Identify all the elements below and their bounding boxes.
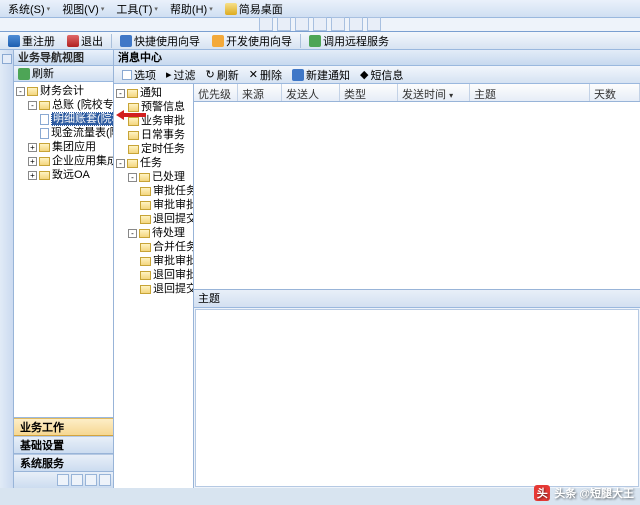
left-refresh-bar[interactable]: 刷新 (14, 66, 113, 82)
dev-guide-icon (212, 35, 224, 47)
main-row: 业务导航视图 刷新 -财务会计 -总账 (院校专版) 明细账套(院校专版) 现金… (0, 50, 640, 488)
mid-icon-7[interactable] (367, 17, 381, 31)
stack-foot-expand[interactable] (99, 474, 111, 486)
dev-guide-button[interactable]: 开发使用向导 (208, 32, 296, 50)
mid-icon-1[interactable] (259, 17, 273, 31)
menu-bar: 系统(S)▾ 视图(V)▾ 工具(T)▾ 帮助(H)▾ 简易桌面 (0, 0, 640, 18)
sub-toolbar: 重注册 退出 快捷使用向导 开发使用向导 调用远程服务 (0, 32, 640, 50)
detail-pane (195, 309, 639, 487)
refresh-icon (18, 68, 30, 80)
tree-zhijiang[interactable]: 致远OA (52, 169, 90, 181)
vertical-strip (0, 50, 14, 488)
guide-icon (120, 35, 132, 47)
watermark-text: 头条 @短腿大王 (554, 485, 634, 501)
message-toolbar: 选项 ▸过滤 ↻刷新 ✕删除 新建通知 ◆短信息 (114, 66, 640, 84)
opt-delete[interactable]: ✕删除 (245, 66, 286, 84)
watermark: 头 头条 @短腿大王 (534, 485, 634, 501)
center-tree-pane: -通知 预警信息 业务审批 日常事务 定时任务 -任务 -已处理 (114, 84, 194, 488)
opt-option[interactable]: 选项 (118, 66, 160, 84)
grid-header: 优先级 来源 发送人 类型 发送时间 ▾ 主题 天数 (194, 84, 640, 102)
col-days[interactable]: 天数 (590, 84, 640, 101)
exit-button[interactable]: 退出 (63, 32, 107, 50)
left-pane: 业务导航视图 刷新 -财务会计 -总账 (院校专版) 明细账套(院校专版) 现金… (14, 50, 114, 488)
menu-tools[interactable]: 工具(T)▾ (112, 0, 162, 18)
left-pane-title: 业务导航视图 (14, 50, 113, 66)
menu-system[interactable]: 系统(S)▾ (4, 0, 54, 18)
stack-foot-icon1[interactable] (57, 474, 69, 486)
col-subject[interactable]: 主题 (470, 84, 590, 101)
mid-icon-6[interactable] (349, 17, 363, 31)
quick-guide-button[interactable]: 快捷使用向导 (116, 32, 204, 50)
tree-enterprise[interactable]: 企业应用集成 (52, 155, 113, 167)
opt-filter[interactable]: ▸过滤 (162, 66, 200, 84)
mid-bar (0, 18, 640, 32)
mid-icon-2[interactable] (277, 17, 291, 31)
tree-selected-node[interactable]: 明细账套(院校专版) (51, 112, 113, 126)
register-icon (8, 35, 20, 47)
tree-cashflow[interactable]: 现金流量表(院校专版) (51, 127, 113, 139)
subject-bar: 主题 (194, 290, 640, 308)
tree-group[interactable]: 集团应用 (52, 141, 96, 153)
stack-footer (14, 472, 113, 488)
vstrip-icon[interactable] (2, 54, 12, 64)
left-tree[interactable]: -财务会计 -总账 (院校专版) 明细账套(院校专版) 现金流量表(院校专版) … (14, 82, 113, 418)
stack-foot-icon3[interactable] (85, 474, 97, 486)
mid-icon-5[interactable] (331, 17, 345, 31)
col-source[interactable]: 来源 (238, 84, 282, 101)
right-pane: 优先级 来源 发送人 类型 发送时间 ▾ 主题 天数 主题 (194, 84, 640, 488)
register-button[interactable]: 重注册 (4, 32, 59, 50)
refresh-label: 刷新 (32, 66, 54, 82)
opt-sms[interactable]: ◆短信息 (356, 66, 407, 84)
exit-icon (67, 35, 79, 47)
menu-help[interactable]: 帮助(H)▾ (166, 0, 217, 18)
stack-biz[interactable]: 业务工作 (14, 418, 113, 436)
grid-body[interactable] (194, 102, 640, 290)
col-sendtime[interactable]: 发送时间 ▾ (398, 84, 470, 101)
opt-refresh[interactable]: ↻刷新 (202, 66, 243, 84)
mid-icon-4[interactable] (313, 17, 327, 31)
desktop-icon (225, 3, 237, 15)
left-stack: 业务工作 基础设置 系统服务 (14, 418, 113, 488)
stack-basic[interactable]: 基础设置 (14, 436, 113, 454)
message-center-title: 消息中心 (114, 50, 640, 66)
watermark-logo-icon: 头 (534, 485, 550, 501)
remote-service-button[interactable]: 调用远程服务 (305, 32, 393, 50)
col-priority[interactable]: 优先级 (194, 84, 238, 101)
mid-icon-3[interactable] (295, 17, 309, 31)
stack-foot-icon2[interactable] (71, 474, 83, 486)
checkbox-icon (122, 70, 132, 80)
new-icon (292, 69, 304, 81)
menu-desktop[interactable]: 简易桌面 (221, 0, 287, 18)
col-type[interactable]: 类型 (340, 84, 398, 101)
center-tree[interactable]: -通知 预警信息 业务审批 日常事务 定时任务 -任务 -已处理 (114, 84, 193, 488)
opt-new[interactable]: 新建通知 (288, 66, 354, 84)
menu-view[interactable]: 视图(V)▾ (58, 0, 108, 18)
col-sender[interactable]: 发送人 (282, 84, 340, 101)
stack-sys[interactable]: 系统服务 (14, 454, 113, 472)
remote-icon (309, 35, 321, 47)
